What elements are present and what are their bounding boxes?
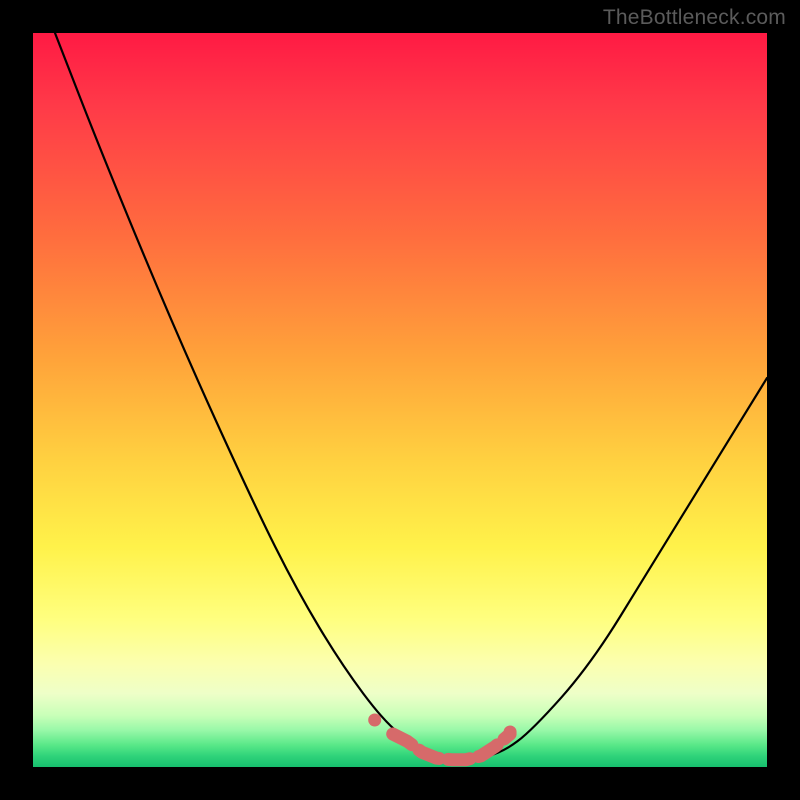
chart-frame: TheBottleneck.com <box>0 0 800 800</box>
watermark-text: TheBottleneck.com <box>603 6 786 30</box>
bottleneck-curve <box>55 33 767 760</box>
curve-path <box>55 33 767 760</box>
plot-area <box>33 33 767 767</box>
curve-layer <box>33 33 767 767</box>
highlight-dot-left <box>368 714 381 727</box>
highlight-polyline <box>393 734 510 760</box>
highlight-markers <box>368 714 516 760</box>
highlight-dot-right <box>504 726 517 739</box>
